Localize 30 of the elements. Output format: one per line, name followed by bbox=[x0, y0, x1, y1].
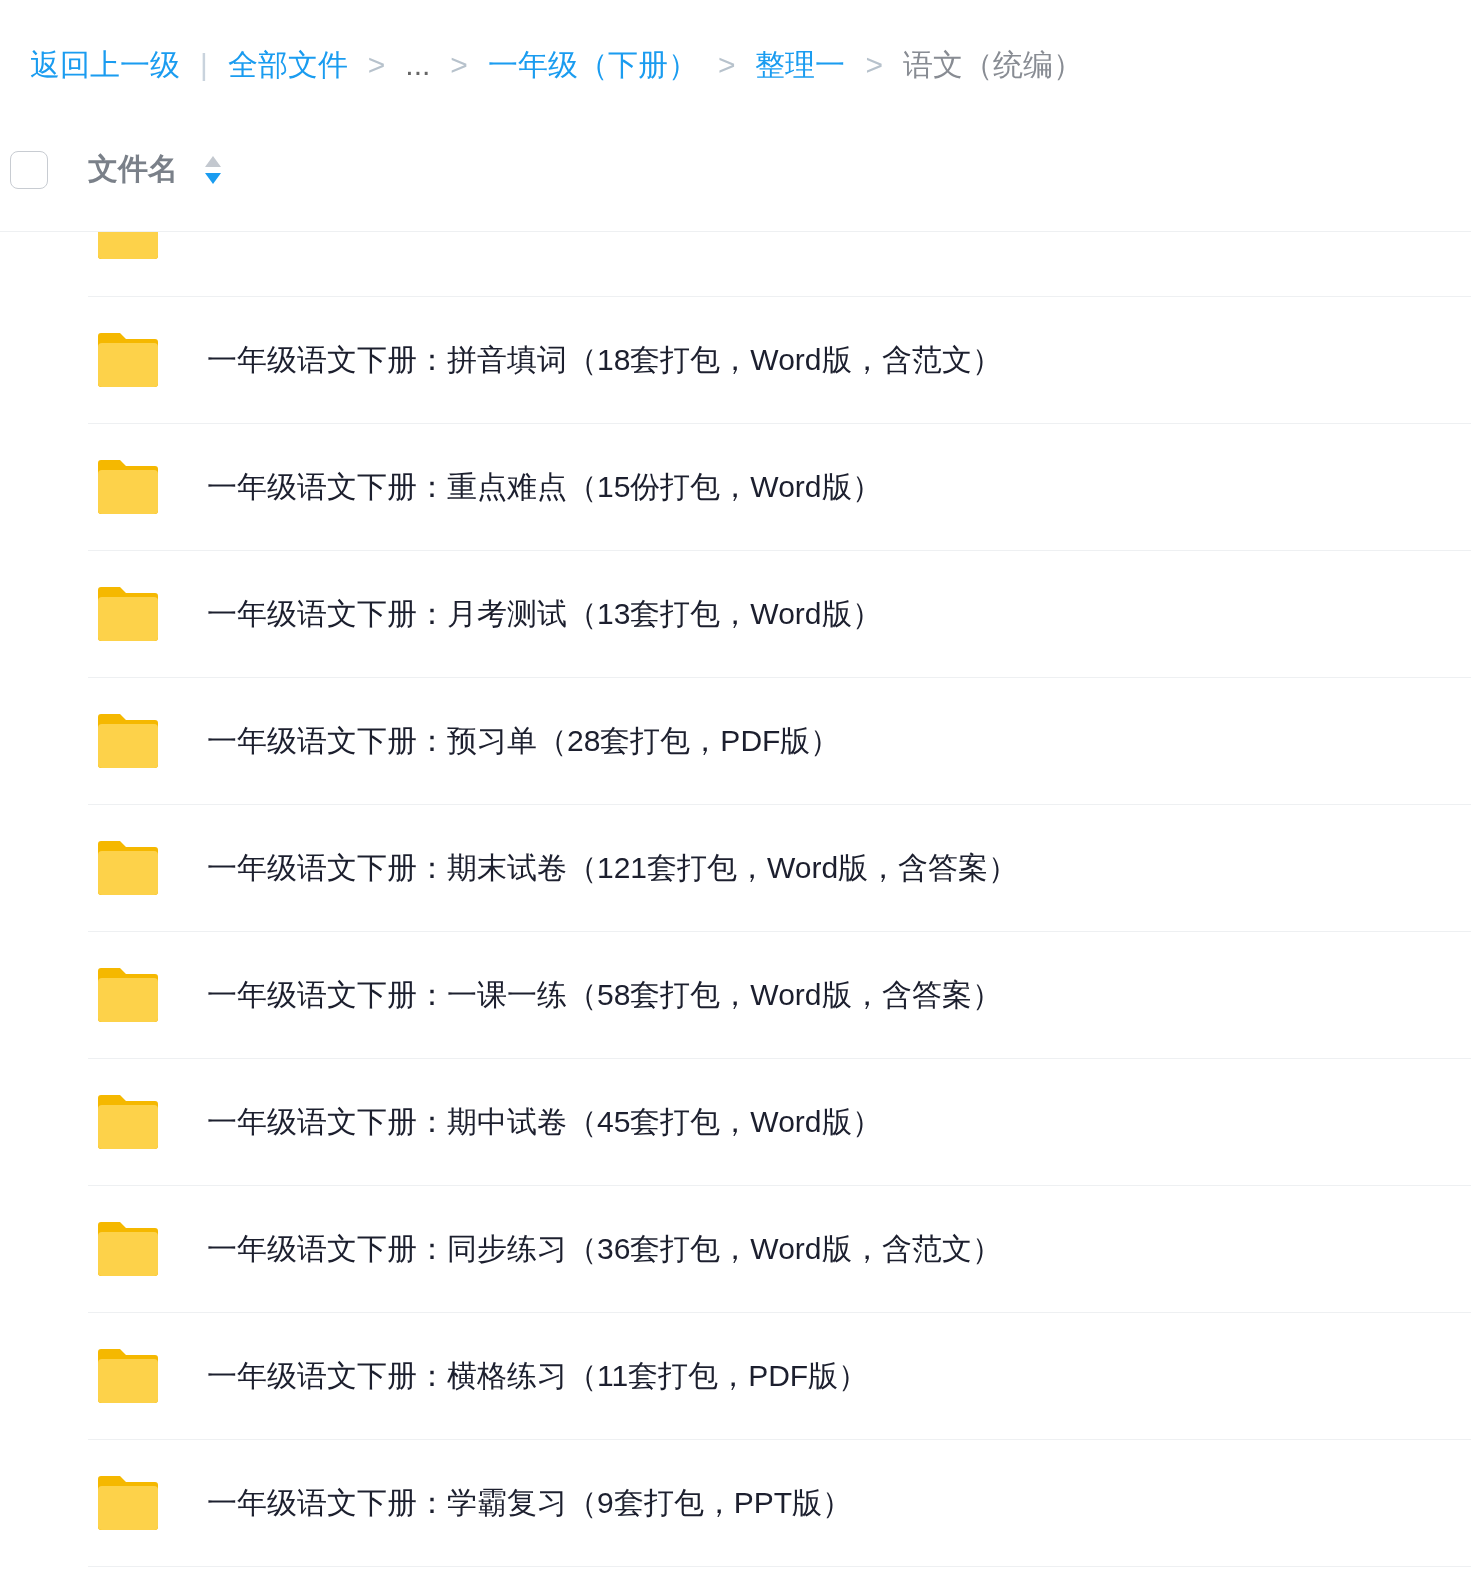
folder-icon bbox=[98, 714, 158, 768]
sort-icon[interactable] bbox=[204, 154, 222, 185]
folder-name[interactable]: 一年级语文下册：月考测试（13套打包，Word版） bbox=[207, 593, 882, 635]
folder-name[interactable]: 一年级语文下册：横格练习（11套打包，PDF版） bbox=[207, 1355, 869, 1397]
folder-name[interactable]: 一年级语文下册：学霸复习（9套打包，PPT版） bbox=[207, 1482, 853, 1524]
folder-name[interactable]: 一年级语文下册：重点难点（15份打包，Word版） bbox=[207, 466, 882, 508]
folder-icon bbox=[98, 587, 158, 641]
column-header[interactable]: 文件名 bbox=[88, 149, 178, 190]
breadcrumb-separator: > bbox=[717, 48, 736, 82]
folder-icon bbox=[98, 841, 158, 895]
folder-icon bbox=[98, 1476, 158, 1530]
folder-icon bbox=[98, 1095, 158, 1149]
breadcrumb-separator: > bbox=[865, 48, 883, 82]
folder-name[interactable]: 一年级语文下册：期中试卷（45套打包，Word版） bbox=[207, 1101, 882, 1143]
breadcrumb-separator: > bbox=[367, 48, 386, 82]
folder-icon bbox=[98, 968, 158, 1022]
folder-icon bbox=[98, 333, 158, 387]
folder-name[interactable]: 一年级语文下册：一课一练（58套打包，Word版，含答案） bbox=[207, 974, 1002, 1016]
current-folder: 语文（统编） bbox=[902, 46, 1083, 83]
folder-name[interactable]: 一年级语文下册：拼音填词（18套打包，Word版，含范文） bbox=[207, 339, 1002, 381]
folder-icon bbox=[98, 460, 158, 514]
folder-icon bbox=[98, 1349, 158, 1403]
folder-name[interactable]: 一年级语文下册：预习单（28套打包，PDF版） bbox=[207, 720, 841, 762]
folder-name[interactable]: 一年级语文下册：期末试卷（121套打包，Word版，含答案） bbox=[207, 847, 1019, 889]
breadcrumb-separator: > bbox=[450, 48, 468, 82]
folder-icon bbox=[98, 1222, 158, 1276]
select-all-checkbox[interactable] bbox=[10, 150, 48, 189]
divider: | bbox=[200, 48, 208, 82]
breadcrumb-ellipsis[interactable]: ... bbox=[405, 48, 431, 82]
folder-name[interactable]: 一年级语文下册：同步练习（36套打包，Word版，含范文） bbox=[207, 1228, 1002, 1270]
